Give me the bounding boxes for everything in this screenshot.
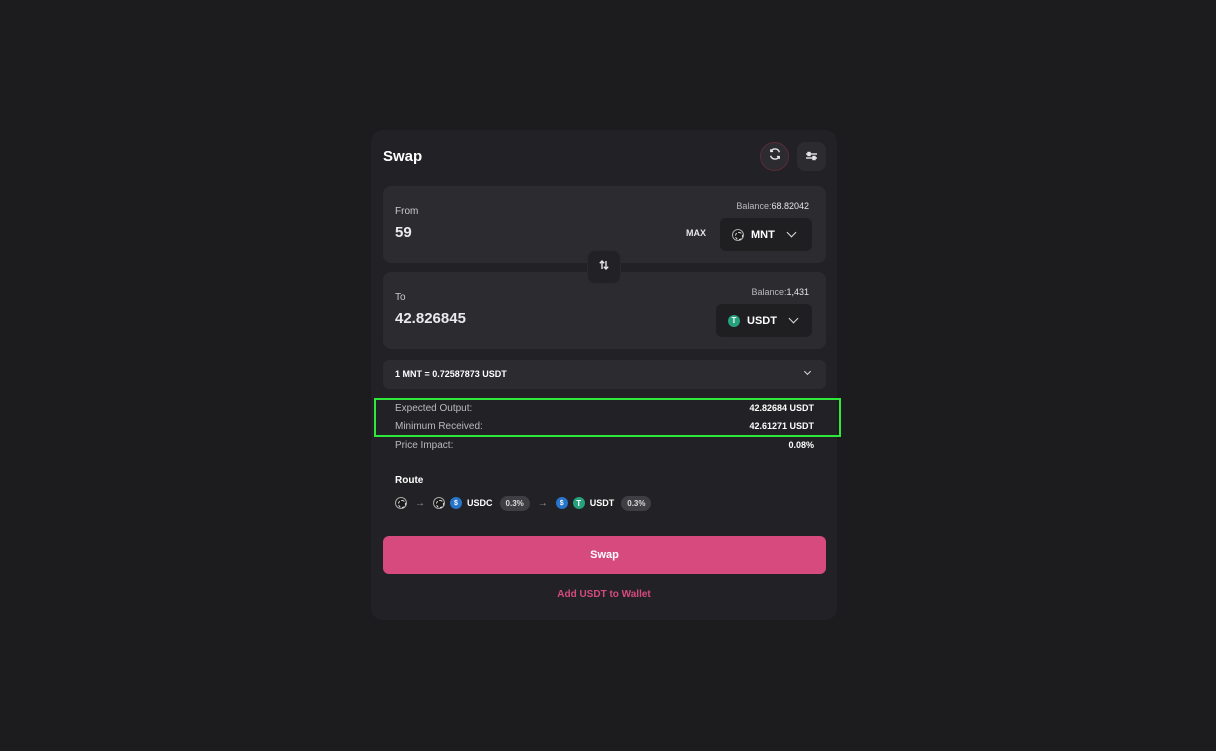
chevron-down-icon xyxy=(786,227,797,238)
usdc-token-icon: $ xyxy=(450,497,462,509)
to-amount-input[interactable]: 42.826845 xyxy=(395,310,466,327)
mnt-token-icon xyxy=(395,497,407,509)
from-token-name: MNT xyxy=(751,228,775,241)
refresh-button[interactable] xyxy=(760,142,789,171)
to-token-selector[interactable]: T USDT xyxy=(716,304,812,337)
settings-button[interactable] xyxy=(797,142,826,171)
to-label: To xyxy=(395,292,406,303)
to-balance-label: Balance: xyxy=(751,287,787,297)
price-impact-value: 0.08% xyxy=(788,440,814,450)
exchange-rate: 1 MNT = 0.72587873 USDT xyxy=(395,369,507,379)
price-impact-label: Price Impact: xyxy=(395,440,454,451)
expected-output-value: 42.82684 USDT xyxy=(749,403,814,413)
to-balance-value: 1,431 xyxy=(786,287,809,297)
from-amount-input[interactable]: 59 xyxy=(395,224,412,241)
from-token-selector[interactable]: MNT xyxy=(720,218,812,251)
rate-toggle[interactable]: 1 MNT = 0.72587873 USDT xyxy=(383,360,826,389)
swap-title: Swap xyxy=(383,148,423,165)
swap-button[interactable]: Swap xyxy=(383,536,826,574)
mnt-token-icon xyxy=(732,228,744,241)
to-token-name: USDT xyxy=(747,314,777,327)
chevron-down-icon xyxy=(803,367,812,376)
usdt-token-icon: T xyxy=(572,497,585,509)
route-hop-token: USDT xyxy=(589,498,615,508)
route-hop-token: USDC xyxy=(467,498,493,508)
route-title: Route xyxy=(395,475,424,486)
minimum-received-label: Minimum Received: xyxy=(395,421,483,432)
settings-sliders-icon xyxy=(805,148,818,166)
arrow-right-icon: → xyxy=(537,497,548,509)
max-button[interactable]: MAX xyxy=(686,228,706,238)
swap-vertical-icon xyxy=(598,258,610,276)
from-balance: Balance:68.82042 xyxy=(736,201,809,211)
add-to-wallet-link[interactable]: Add USDT to Wallet xyxy=(371,589,837,600)
from-balance-value: 68.82042 xyxy=(771,201,809,211)
from-label: From xyxy=(395,206,419,217)
usdc-token-icon: $ xyxy=(555,497,568,509)
arrow-right-icon: → xyxy=(415,497,425,509)
route-hop-fee: 0.3% xyxy=(621,495,652,511)
usdt-token-icon: T xyxy=(728,314,740,327)
chevron-down-icon xyxy=(788,313,799,324)
swap-card: Swap Balance:68.82042 From 59 MAX MNT Ba… xyxy=(371,130,841,620)
to-balance: Balance:1,431 xyxy=(751,287,809,297)
switch-tokens-button[interactable] xyxy=(587,250,621,284)
mnt-token-icon xyxy=(433,497,445,509)
expected-output-label: Expected Output: xyxy=(395,403,473,414)
route-hop-fee: 0.3% xyxy=(499,495,530,511)
refresh-icon xyxy=(768,147,782,166)
route-path: → $ USDC 0.3% → $ T USDT 0.3% xyxy=(395,494,652,512)
minimum-received-value: 42.61271 USDT xyxy=(749,421,814,431)
from-balance-label: Balance: xyxy=(736,201,772,211)
